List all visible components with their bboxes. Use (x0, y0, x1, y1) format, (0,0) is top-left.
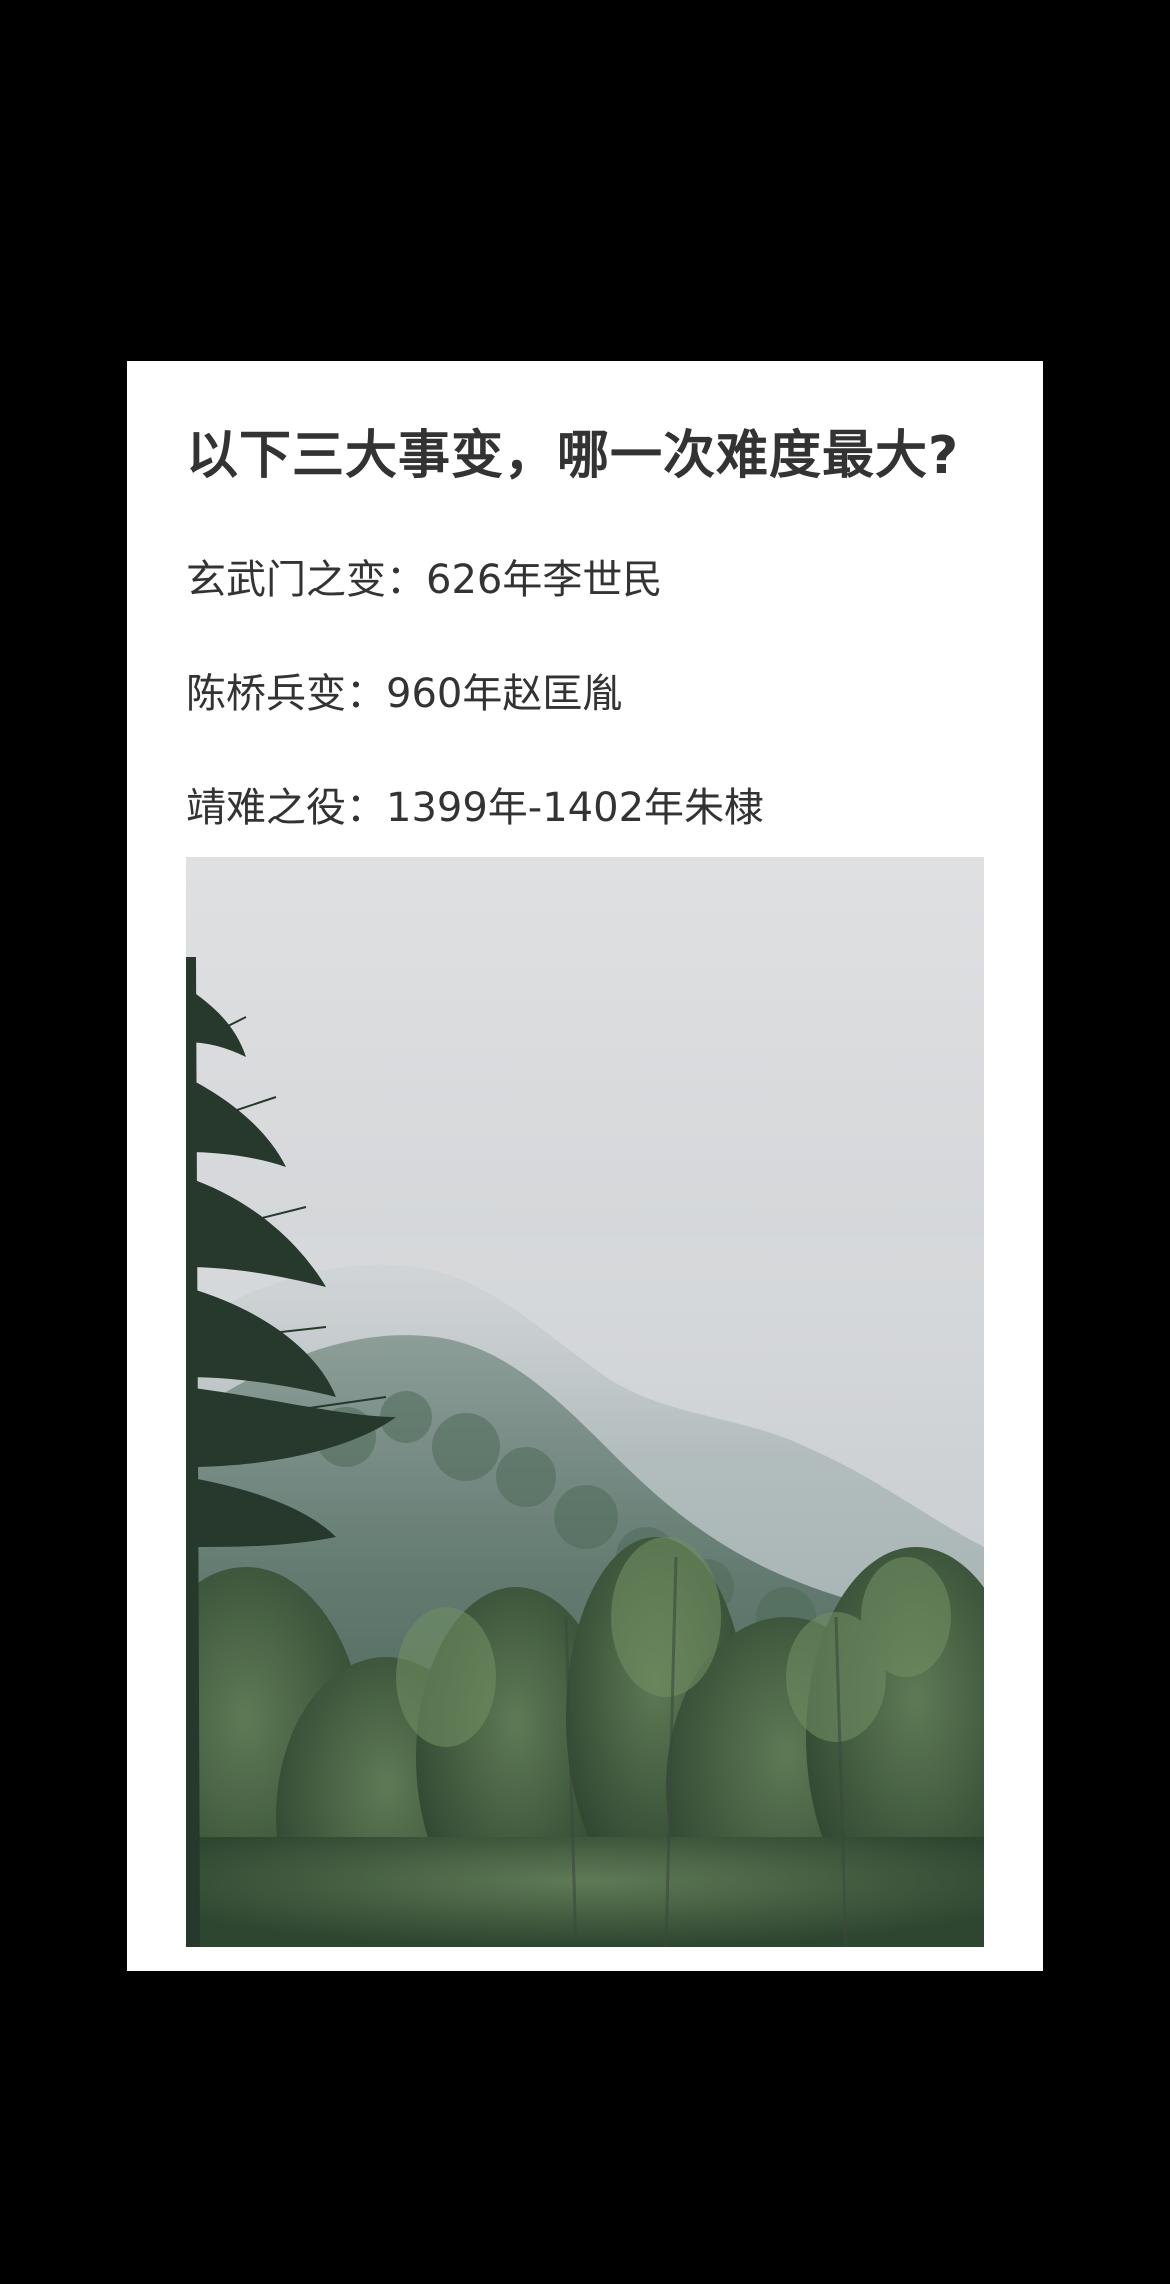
post-card: 以下三大事变，哪一次难度最大? 玄武门之变：626年李世民 陈桥兵变：960年赵… (127, 361, 1043, 1971)
event-line-xuanwumen: 玄武门之变：626年李世民 (186, 557, 663, 603)
screen: 以下三大事变，哪一次难度最大? 玄武门之变：626年李世民 陈桥兵变：960年赵… (0, 0, 1170, 2284)
event-line-jingnan: 靖难之役：1399年-1402年朱棣 (186, 785, 765, 831)
misty-mountain-forest-photo[interactable] (186, 857, 984, 1947)
post-title: 以下三大事变，哪一次难度最大? (186, 426, 960, 486)
event-line-chenqiao: 陈桥兵变：960年赵匡胤 (186, 671, 623, 717)
